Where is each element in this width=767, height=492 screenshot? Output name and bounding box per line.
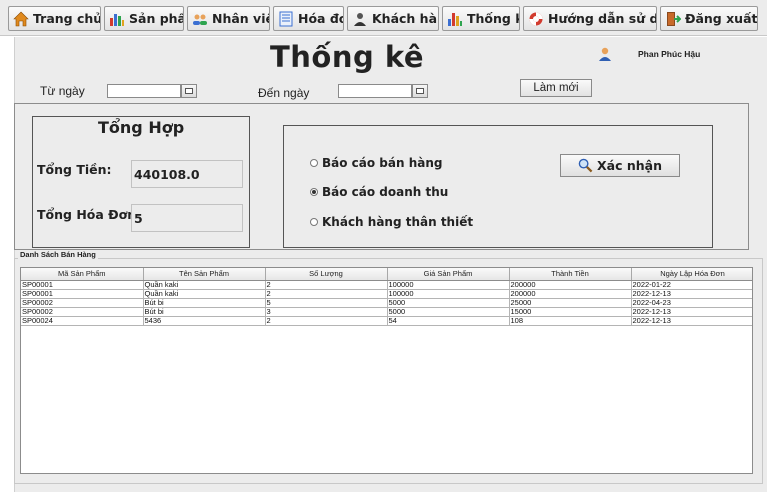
cell-invoice-date: 2022-12-13: [631, 307, 752, 317]
summary-title: Tổng Hợp: [98, 118, 185, 137]
nav-logout-label: Đăng xuất: [685, 11, 758, 26]
refresh-button[interactable]: Làm mới: [520, 79, 592, 97]
cell-amount: 15000: [509, 307, 632, 317]
radio-loyal-customer-label: Khách hàng thân thiết: [322, 215, 474, 229]
cell-invoice-date: 2022-01-22: [631, 280, 752, 290]
total-money-value: 440108.0: [131, 160, 243, 188]
home-icon: [13, 11, 29, 27]
nav-product-button[interactable]: Sản phẩm: [104, 6, 184, 31]
radio-revenue-report[interactable]: Báo cáo doanh thu: [310, 185, 448, 199]
statistics-icon: [447, 11, 463, 27]
radio-sales-report[interactable]: Báo cáo bán hàng: [310, 156, 442, 170]
cell-quantity: 2: [265, 289, 388, 299]
table-row[interactable]: SP00001 Quần kaki 2 100000 200000 2022-1…: [21, 289, 752, 299]
cell-quantity: 5: [265, 298, 388, 308]
from-date-field[interactable]: [107, 84, 181, 98]
cell-amount: 108: [509, 316, 632, 326]
cell-product-name: Quần kaki: [143, 289, 266, 299]
cell-product-name: 5436: [143, 316, 266, 326]
cell-price: 5000: [387, 298, 510, 308]
cell-product-code: SP00001: [21, 280, 144, 290]
user-name: Phan Phúc Hậu: [638, 49, 701, 59]
nav-customer-label: Khách hàng: [372, 11, 438, 26]
cell-invoice-date: 2022-12-13: [631, 316, 752, 326]
from-date-label: Từ ngày: [40, 84, 85, 98]
top-nav-bar: Trang chủ Sản phẩm Nhân viên Hóa đơn Khá…: [0, 0, 767, 36]
app-window: Trang chủ Sản phẩm Nhân viên Hóa đơn Khá…: [0, 0, 767, 492]
confirm-button[interactable]: Xác nhận: [560, 154, 680, 177]
cell-amount: 200000: [509, 289, 632, 299]
column-header-invoice-date[interactable]: Ngày Lập Hóa Đơn: [631, 268, 752, 281]
cell-product-code: SP00002: [21, 307, 144, 317]
cell-amount: 200000: [509, 280, 632, 290]
nav-customer-button[interactable]: Khách hàng: [347, 6, 439, 31]
cell-product-name: Bút bi: [143, 307, 266, 317]
cell-product-name: Bút bi: [143, 298, 266, 308]
nav-home-button[interactable]: Trang chủ: [8, 6, 101, 31]
calendar-icon: [416, 88, 424, 94]
nav-staff-label: Nhân viên: [212, 11, 269, 26]
page-title: Thống kê: [270, 40, 425, 74]
from-date-picker-button[interactable]: [181, 84, 197, 98]
column-header-product-code[interactable]: Mã Sản Phẩm: [21, 268, 144, 281]
nav-logout-button[interactable]: Đăng xuất: [660, 6, 758, 31]
table-row[interactable]: SP00024 5436 2 54 108 2022-12-13: [21, 316, 752, 326]
sales-list-title: Danh Sách Bán Hàng: [18, 250, 98, 259]
nav-statistics-button[interactable]: Thống kê: [442, 6, 520, 31]
nav-invoice-button[interactable]: Hóa đơn: [273, 6, 344, 31]
column-header-quantity[interactable]: Số Lượng: [265, 268, 388, 281]
cell-product-name: Quần kaki: [143, 280, 266, 290]
radio-loyal-customer[interactable]: Khách hàng thân thiết: [310, 215, 473, 229]
customer-icon: [352, 11, 368, 27]
to-date-label: Đến ngày: [258, 86, 310, 100]
radio-revenue-report-label: Báo cáo doanh thu: [322, 185, 449, 199]
confirm-button-label: Xác nhận: [597, 158, 662, 173]
cell-price: 54: [387, 316, 510, 326]
nav-product-label: Sản phẩm: [129, 11, 183, 26]
radio-indicator-selected: [310, 188, 318, 196]
column-header-product-name[interactable]: Tên Sản Phẩm: [143, 268, 266, 281]
radio-sales-report-label: Báo cáo bán hàng: [322, 156, 443, 170]
cell-price: 5000: [387, 307, 510, 317]
table-row[interactable]: SP00002 Bút bi 3 5000 15000 2022-12-13: [21, 307, 752, 317]
logout-icon: [665, 11, 681, 27]
nav-staff-button[interactable]: Nhân viên: [187, 6, 270, 31]
column-header-price[interactable]: Giá Sản Phẩm: [387, 268, 510, 281]
nav-help-label: Hướng dẫn sử dụng: [548, 11, 656, 26]
cell-quantity: 3: [265, 307, 388, 317]
cell-price: 100000: [387, 289, 510, 299]
nav-home-label: Trang chủ: [33, 11, 101, 26]
cell-amount: 25000: [509, 298, 632, 308]
radio-indicator: [310, 159, 318, 167]
staff-icon: [192, 11, 208, 27]
to-date-field[interactable]: [338, 84, 412, 98]
cell-invoice-date: 2022-04-23: [631, 298, 752, 308]
calendar-icon: [185, 88, 193, 94]
table-row[interactable]: SP00002 Bút bi 5 5000 25000 2022-04-23: [21, 298, 752, 308]
cell-product-code: SP00001: [21, 289, 144, 299]
table-header-row: Mã Sản Phẩm Tên Sản Phẩm Số Lượng Giá Sả…: [21, 268, 752, 281]
nav-invoice-label: Hóa đơn: [298, 11, 343, 26]
nav-statistics-label: Thống kê: [467, 11, 519, 26]
total-money-label: Tổng Tiền:: [37, 162, 112, 177]
cell-quantity: 2: [265, 280, 388, 290]
magnifier-icon: [578, 158, 593, 173]
invoice-icon: [278, 11, 294, 27]
cell-product-code: SP00024: [21, 316, 144, 326]
total-invoice-value: 5: [131, 204, 243, 232]
product-chart-icon: [109, 11, 125, 27]
cell-product-code: SP00002: [21, 298, 144, 308]
table-row[interactable]: SP00001 Quần kaki 2 100000 200000 2022-0…: [21, 280, 752, 290]
cell-quantity: 2: [265, 316, 388, 326]
radio-indicator: [310, 218, 318, 226]
nav-help-button[interactable]: Hướng dẫn sử dụng: [523, 6, 657, 31]
to-date-picker-button[interactable]: [412, 84, 428, 98]
lifebuoy-icon: [528, 11, 544, 27]
cell-price: 100000: [387, 280, 510, 290]
sales-table[interactable]: Mã Sản Phẩm Tên Sản Phẩm Số Lượng Giá Sả…: [20, 267, 753, 474]
total-invoice-label: Tổng Hóa Đơn: [37, 207, 137, 222]
user-avatar-icon: [597, 46, 613, 62]
cell-invoice-date: 2022-12-13: [631, 289, 752, 299]
column-header-amount[interactable]: Thành Tiền: [509, 268, 632, 281]
